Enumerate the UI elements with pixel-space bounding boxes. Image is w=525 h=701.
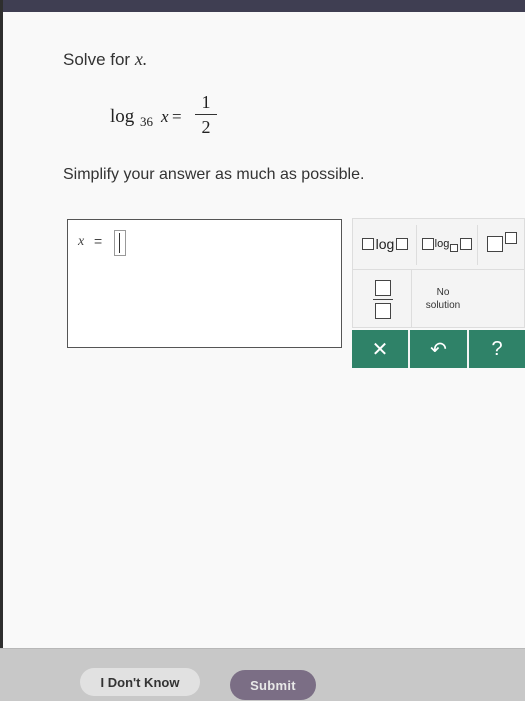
no-solution-button[interactable]: No solution — [413, 280, 473, 318]
placeholder-box-icon — [460, 238, 473, 250]
eq-log: log — [110, 106, 135, 127]
log-label: log — [375, 236, 395, 252]
answer-variable: x — [78, 234, 85, 249]
denominator-box-icon — [375, 302, 391, 319]
base-box-icon — [450, 244, 459, 252]
dont-know-button[interactable]: I Don't Know — [80, 668, 200, 696]
eq-variable: x — [161, 107, 169, 126]
eq-denominator: 2 — [201, 117, 211, 137]
placeholder-box-icon — [396, 238, 409, 250]
undo-icon: ↶ — [430, 338, 447, 361]
placeholder-box-icon — [421, 238, 434, 250]
palette-row-1: log log — [352, 218, 525, 270]
palette-divider — [411, 270, 412, 328]
submit-button[interactable]: Submit — [230, 670, 316, 700]
base-box-icon — [487, 236, 503, 252]
palette-divider — [416, 225, 417, 265]
instruction-text: Simplify your answer as much as possible… — [63, 166, 365, 183]
fraction-button[interactable] — [363, 276, 403, 322]
log-base-button[interactable]: log — [419, 229, 475, 259]
clear-button[interactable]: ✕ — [352, 330, 408, 368]
exponent-box-icon — [505, 232, 517, 244]
prompt-text: Solve for — [63, 50, 135, 69]
math-palette: log log No solution ✕ ↶ ? — [352, 218, 525, 368]
exponent-button[interactable] — [480, 227, 524, 261]
answer-box[interactable]: x = — [67, 219, 342, 348]
close-icon: ✕ — [371, 338, 389, 361]
text-cursor — [119, 233, 120, 253]
eq-numerator: 1 — [201, 92, 211, 112]
screen-bezel-top — [0, 0, 525, 12]
question-prompt: Solve for x. — [63, 49, 147, 70]
answer-input[interactable] — [114, 230, 126, 256]
log-equation: log 36 x = 1 2 — [110, 92, 230, 152]
prompt-variable: x. — [134, 49, 148, 69]
help-icon: ? — [491, 337, 503, 360]
numerator-box-icon — [375, 279, 391, 296]
palette-row-2: No solution — [352, 270, 525, 328]
eq-log-base: 36 — [140, 114, 153, 129]
fraction-bar — [195, 114, 217, 115]
undo-button[interactable]: ↶ — [410, 330, 467, 368]
help-button[interactable]: ? — [469, 330, 525, 368]
no-solution-line2: solution — [425, 300, 461, 311]
eq-equals: = — [172, 107, 182, 126]
eq-fraction: 1 2 — [195, 92, 217, 137]
palette-divider — [477, 225, 478, 265]
fraction-icon — [373, 279, 393, 319]
palette-action-row: ✕ ↶ ? — [352, 330, 525, 368]
placeholder-box-icon — [361, 238, 374, 250]
log-button[interactable]: log — [357, 229, 413, 259]
answer-equals: = — [94, 233, 103, 249]
no-solution-line1: No — [436, 287, 450, 298]
log-base-label: log — [434, 238, 450, 250]
